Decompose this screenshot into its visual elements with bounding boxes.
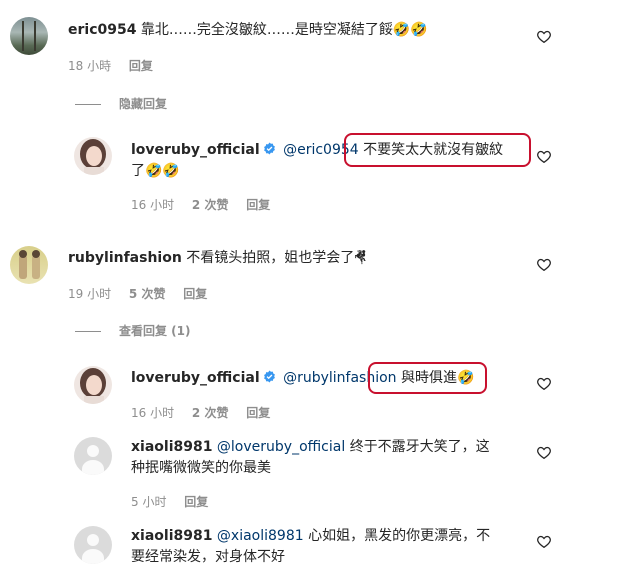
verified-badge-icon xyxy=(263,142,275,155)
comment-meta: 19 小时 5 次赞 回复 xyxy=(68,286,221,302)
comment-body: 與時俱進🤣 xyxy=(401,370,475,386)
hide-replies-label: 隐藏回复 xyxy=(119,97,168,111)
timestamp[interactable]: 19 小时 xyxy=(68,287,111,301)
comment-body: 终于不露牙大笑了，这 xyxy=(349,439,490,455)
likes-count[interactable]: 2 次赞 xyxy=(192,406,229,420)
comment-text: loveruby_official @eric0954 不要笑太大就沒有皺紋 xyxy=(131,140,503,160)
comment-body: 靠北……完全沒皺紋……是時空凝結了餒🤣🤣 xyxy=(140,22,428,38)
comment-body: 不看镜头拍照，姐也学会了🤻 xyxy=(186,250,367,266)
comment-text: xiaoli8981 @xiaoli8981 心如姐，黑发的你更漂亮，不 xyxy=(131,526,490,546)
hide-replies-toggle[interactable]: 隐藏回复 xyxy=(75,96,167,112)
comment-body: 心如姐，黑发的你更漂亮，不 xyxy=(308,528,491,544)
default-avatar-head xyxy=(87,445,99,457)
verified-badge-icon xyxy=(263,370,275,383)
divider-line xyxy=(75,331,101,332)
divider-line xyxy=(75,104,101,105)
avatar[interactable] xyxy=(10,17,48,55)
profile-photo xyxy=(80,139,106,175)
reply-button[interactable]: 回复 xyxy=(184,495,208,509)
mention-link[interactable]: @rubylinfashion xyxy=(283,370,396,386)
comment-body-line2: 了🤣🤣 xyxy=(131,163,180,179)
reply-button[interactable]: 回复 xyxy=(246,406,270,420)
likes-count[interactable]: 5 次赞 xyxy=(129,287,166,301)
username[interactable]: eric0954 xyxy=(68,22,136,38)
avatar[interactable] xyxy=(74,366,112,404)
timestamp[interactable]: 5 小时 xyxy=(131,495,166,509)
comment-text: loveruby_official @rubylinfashion 與時俱進🤣 xyxy=(131,368,474,388)
default-avatar-head xyxy=(87,534,99,546)
mention-link[interactable]: @eric0954 xyxy=(283,142,359,158)
comment-text: eric0954 靠北……完全沒皺紋……是時空凝結了餒🤣🤣 xyxy=(68,20,428,40)
comment-body-line2: 要经常染发，对身体不好 xyxy=(131,549,285,565)
view-replies-label: 查看回复 (1) xyxy=(119,324,191,338)
avatar[interactable] xyxy=(74,137,112,175)
reply-button[interactable]: 回复 xyxy=(129,59,153,73)
comment-meta: 16 小时 2 次赞 回复 xyxy=(131,405,284,421)
username[interactable]: loveruby_official xyxy=(131,370,260,386)
mention-link[interactable]: @loveruby_official xyxy=(217,439,345,455)
avatar[interactable] xyxy=(10,246,48,284)
username[interactable]: rubylinfashion xyxy=(68,250,182,266)
reply-button[interactable]: 回复 xyxy=(183,287,207,301)
comment-body: 不要笑太大就沒有皺紋 xyxy=(363,142,504,158)
profile-photo xyxy=(80,368,106,404)
default-avatar-body xyxy=(82,460,104,475)
timestamp[interactable]: 16 小时 xyxy=(131,406,174,420)
default-avatar-body xyxy=(82,549,104,564)
comment-meta: 16 小时 2 次赞 回复 xyxy=(131,197,284,213)
comment-text-continued: 了🤣🤣 xyxy=(131,161,180,181)
username[interactable]: loveruby_official xyxy=(131,142,260,158)
timestamp[interactable]: 16 小时 xyxy=(131,198,174,212)
comment-text-continued: 种抿嘴微微笑的你最美 xyxy=(131,458,271,478)
profile-photo xyxy=(19,250,40,279)
comment-text-continued: 要经常染发，对身体不好 xyxy=(131,547,285,567)
heart-icon[interactable] xyxy=(537,535,551,548)
comment-text: rubylinfashion 不看镜头拍照，姐也学会了🤻 xyxy=(68,248,366,268)
view-replies-toggle[interactable]: 查看回复 (1) xyxy=(75,323,191,339)
heart-icon[interactable] xyxy=(537,150,551,163)
username[interactable]: xiaoli8981 xyxy=(131,439,212,455)
avatar[interactable] xyxy=(74,526,112,564)
avatar[interactable] xyxy=(74,437,112,475)
heart-icon[interactable] xyxy=(537,258,551,271)
timestamp[interactable]: 18 小時 xyxy=(68,59,111,73)
comment-body-line2: 种抿嘴微微笑的你最美 xyxy=(131,460,271,476)
comment-meta: 18 小時 回复 xyxy=(68,58,167,74)
heart-icon[interactable] xyxy=(537,377,551,390)
mention-link[interactable]: @xiaoli8981 xyxy=(217,528,304,544)
username[interactable]: xiaoli8981 xyxy=(131,528,212,544)
likes-count[interactable]: 2 次赞 xyxy=(192,198,229,212)
heart-icon[interactable] xyxy=(537,446,551,459)
reply-button[interactable]: 回复 xyxy=(246,198,270,212)
comment-meta: 5 小时 回复 xyxy=(131,494,222,510)
comment-text: xiaoli8981 @loveruby_official 终于不露牙大笑了，这 xyxy=(131,437,490,457)
heart-icon[interactable] xyxy=(537,30,551,43)
